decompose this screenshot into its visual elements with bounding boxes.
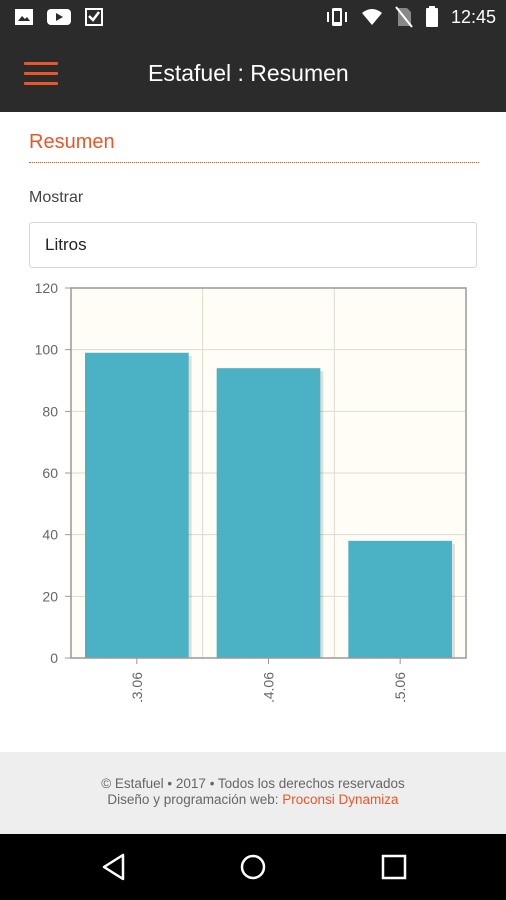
y-tick-label: 120: [35, 282, 59, 296]
bar: [348, 540, 452, 658]
y-tick-label: 0: [50, 650, 58, 666]
app-bar: Estafuel : Resumen: [0, 36, 506, 112]
footer: © Estafuel • 2017 • Todos los derechos r…: [0, 752, 506, 834]
bar: [216, 368, 321, 658]
x-tick-label: 13.06: [129, 672, 145, 702]
navigation-bar: [0, 834, 506, 900]
credits-prefix: Diseño y programación web:: [107, 792, 283, 807]
bar: [85, 352, 189, 658]
credits-text: Diseño y programación web: Proconsi Dyna…: [0, 792, 506, 807]
show-label: Mostrar: [29, 189, 84, 206]
wifi-icon: [361, 9, 382, 25]
vibrate-icon: [326, 8, 347, 26]
credits-link[interactable]: Proconsi Dynamiza: [282, 792, 398, 807]
section-divider: [29, 162, 479, 163]
recents-icon[interactable]: [379, 852, 409, 882]
copyright-text: © Estafuel • 2017 • Todos los derechos r…: [101, 776, 405, 791]
download-icon: [85, 8, 103, 26]
bar-chart: 0 20 40 60 80 100 120 13.06 14.06 15.06: [35, 282, 467, 702]
unit-select[interactable]: Litros: [29, 222, 477, 268]
battery-icon: [425, 6, 438, 27]
y-tick-label: 100: [35, 342, 59, 358]
main-content: Resumen Mostrar Litros 0 20 40 60 80 100 120 13…: [0, 112, 506, 752]
y-tick-label: 20: [42, 588, 58, 604]
clock: 12:45: [450, 6, 496, 27]
y-tick-label: 80: [42, 403, 58, 419]
unit-select-value: Litros: [45, 235, 87, 254]
app-title: Estafuel : Resumen: [148, 60, 349, 86]
section-title: Resumen: [29, 131, 115, 153]
hamburger-menu-icon[interactable]: [24, 62, 58, 86]
youtube-icon: [47, 9, 71, 25]
home-icon[interactable]: [238, 852, 268, 882]
y-tick-label: 40: [42, 527, 58, 543]
image-icon: [15, 9, 33, 25]
no-sim-icon: [395, 6, 413, 28]
status-bar: 12:45: [0, 0, 506, 36]
x-tick-label: 15.06: [392, 672, 408, 702]
back-icon[interactable]: [99, 852, 129, 882]
x-tick-label: 14.06: [261, 672, 277, 702]
y-tick-label: 60: [42, 465, 58, 481]
